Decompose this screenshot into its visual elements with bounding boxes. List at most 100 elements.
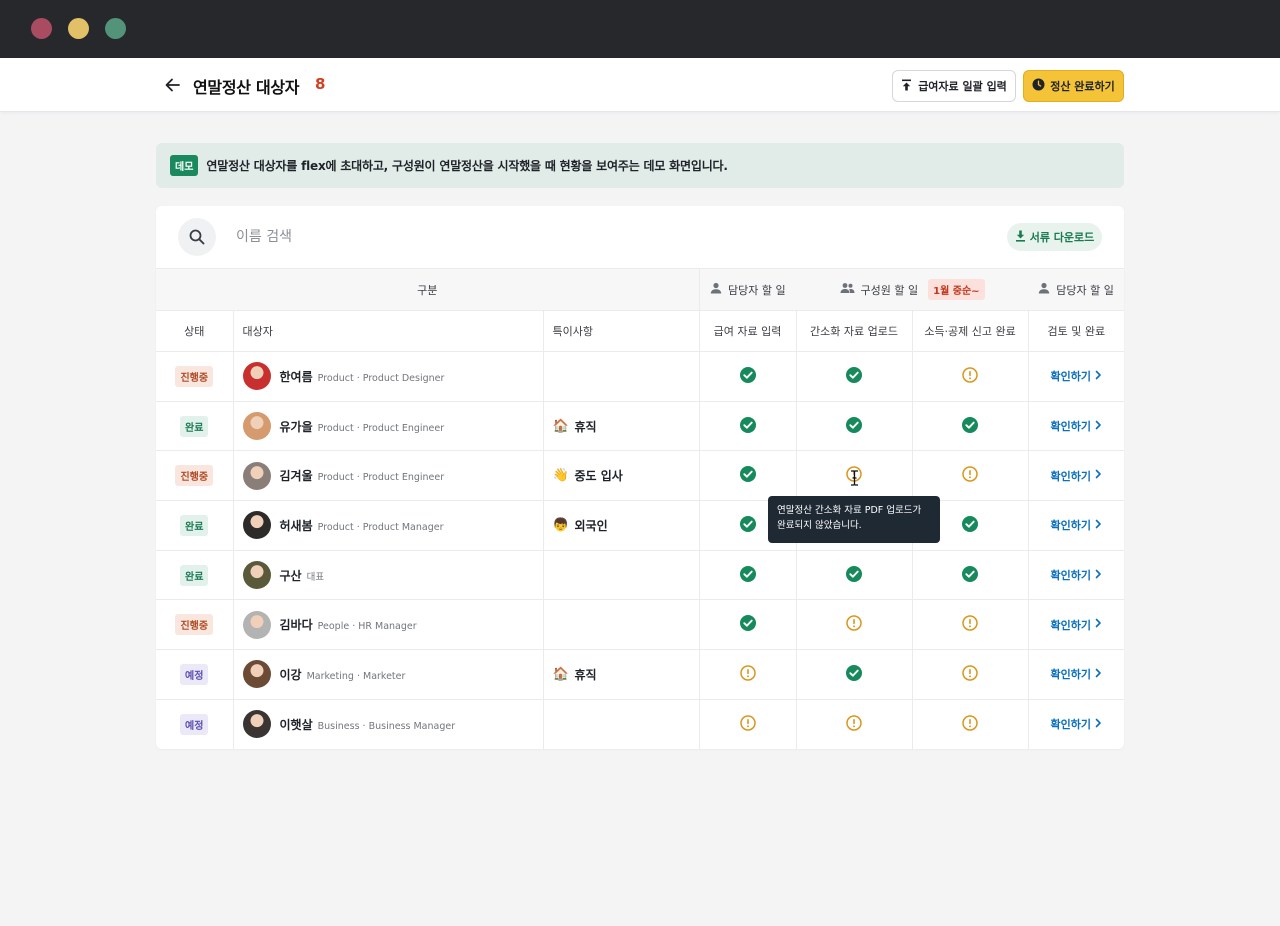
table-row[interactable]: 예정 이햇살 Business · Business Manager 확인하기 — [156, 699, 1124, 749]
name-search-input[interactable] — [236, 224, 536, 250]
demo-badge: 데모 — [170, 155, 199, 176]
payroll-input-cell — [698, 649, 797, 700]
download-icon — [1015, 230, 1026, 245]
confirm-link[interactable]: 확인하기 — [1051, 368, 1102, 384]
chevron-right-icon — [1095, 668, 1102, 681]
chevron-right-icon — [1095, 569, 1102, 582]
schedule-badge: 1월 중순~ — [928, 279, 985, 300]
search-icon[interactable] — [178, 218, 216, 256]
note-emoji-icon: 🏠 — [552, 418, 569, 434]
status-cell: 진행중 — [156, 351, 233, 402]
tooltip-line-1: 연말정산 간소화 자료 PDF 업로드가 — [777, 505, 922, 516]
avatar — [242, 660, 271, 689]
person-name[interactable]: 김겨울 — [280, 469, 313, 483]
chevron-right-icon — [1095, 519, 1102, 532]
table-row[interactable]: 완료 구산 대표 확인하기 — [156, 550, 1124, 601]
deduction-report-cell — [911, 450, 1029, 502]
person-role: Product · Product Engineer — [317, 472, 445, 484]
avatar — [242, 511, 271, 540]
page-header: 연말정산 대상자 8 급여자료 일괄 입력 정산 완료하기 — [0, 58, 1280, 112]
check-circle-icon — [739, 466, 756, 485]
note-emoji-icon: 👦 — [552, 517, 569, 533]
status-cell: 완료 — [156, 550, 233, 601]
confirm-link[interactable]: 확인하기 — [1051, 666, 1102, 682]
check-circle-icon — [846, 565, 863, 585]
col-deduction-report: 소득·공제 신고 완료 — [911, 310, 1029, 352]
confirm-link[interactable]: 확인하기 — [1051, 468, 1102, 484]
avatar — [242, 362, 271, 391]
confirm-link[interactable]: 확인하기 — [1051, 418, 1102, 434]
table-row[interactable]: 진행중 김바다 People · HR Manager 확인하기 — [156, 599, 1124, 651]
target-cell: 김겨울 Product · Product Engineer — [232, 450, 543, 502]
review-cell: 확인하기 — [1027, 550, 1124, 601]
status-badge: 완료 — [180, 514, 209, 536]
warning-circle-icon — [962, 665, 978, 684]
table-row[interactable]: 완료 허새봄 Product · Product Manager 👦 외국인 확인하… — [156, 500, 1124, 551]
group-member-label: 구성원 할 일 — [860, 283, 919, 297]
people-icon — [840, 282, 855, 297]
document-download-button[interactable]: 서류 다운로드 — [1007, 223, 1102, 251]
simplified-upload-cell — [795, 401, 913, 452]
maximize-window-dot[interactable] — [105, 18, 126, 39]
tooltip-line-2: 완료되지 않았습니다. — [777, 520, 862, 531]
target-cell: 이강 Marketing · Marketer — [232, 649, 543, 700]
status-badge: 진행중 — [175, 465, 214, 487]
group-category: 구분 — [156, 268, 700, 311]
check-circle-icon — [739, 565, 756, 585]
note-emoji-icon: 👋 — [552, 468, 569, 484]
check-circle-icon — [846, 416, 863, 436]
confirm-label: 확인하기 — [1050, 519, 1092, 533]
person-name[interactable]: 허새봄 — [280, 519, 313, 533]
table-row[interactable]: 진행중 김겨울 Product · Product Engineer 👋 중도 입사… — [156, 450, 1124, 502]
confirm-link[interactable]: 확인하기 — [1051, 567, 1102, 583]
deduction-report-cell — [911, 599, 1029, 651]
col-simplified-upload: 간소화 자료 업로드 — [795, 310, 913, 352]
check-circle-icon — [846, 366, 863, 386]
notes-cell: 👋 중도 입사 — [542, 450, 700, 502]
back-arrow-icon[interactable] — [162, 74, 184, 96]
confirm-label: 확인하기 — [1050, 569, 1092, 583]
status-cell: 예정 — [156, 649, 233, 700]
bulk-upload-button[interactable]: 급여자료 일괄 입력 — [892, 70, 1016, 102]
check-circle-icon — [739, 615, 756, 634]
minimize-window-dot[interactable] — [68, 18, 89, 39]
warning-circle-icon — [846, 714, 862, 734]
upload-icon — [901, 79, 912, 94]
simplified-upload-cell — [795, 550, 913, 601]
complete-settlement-button[interactable]: 정산 완료하기 — [1023, 70, 1124, 102]
simplified-upload-cell — [795, 599, 913, 651]
deduction-report-cell — [911, 649, 1029, 700]
note-text: 휴직 — [574, 419, 597, 434]
table-row[interactable]: 예정 이강 Marketing · Marketer 🏠 휴직 확인하기 — [156, 649, 1124, 700]
person-name[interactable]: 이강 — [280, 668, 302, 682]
close-window-dot[interactable] — [31, 18, 52, 39]
table-row[interactable]: 완료 유가을 Product · Product Engineer 🏠 휴직 확인하… — [156, 401, 1124, 452]
review-cell: 확인하기 — [1027, 500, 1124, 551]
payroll-input-cell — [698, 550, 797, 601]
group-manager-label-2: 담당자 할 일 — [1056, 283, 1114, 297]
col-notes: 특이사항 — [542, 310, 700, 352]
person-role: Business · Business Manager — [317, 720, 456, 732]
confirm-link[interactable]: 확인하기 — [1051, 617, 1102, 633]
status-badge: 예정 — [180, 663, 209, 685]
confirm-link[interactable]: 확인하기 — [1051, 716, 1102, 732]
confirm-link[interactable]: 확인하기 — [1051, 517, 1102, 533]
notes-cell: 🏠 휴직 — [542, 401, 700, 452]
targets-card: 서류 다운로드 구분 담당자 할 일 구성원 할 일 1월 중순~ — [156, 206, 1124, 749]
payroll-input-cell — [698, 450, 797, 502]
person-name[interactable]: 유가을 — [280, 420, 313, 434]
person-name[interactable]: 구산 — [280, 569, 302, 583]
person-name[interactable]: 이햇살 — [280, 718, 313, 732]
person-name[interactable]: 한여름 — [280, 370, 313, 384]
deduction-report-cell — [911, 401, 1029, 452]
status-cell: 완료 — [156, 500, 233, 551]
person-name[interactable]: 김바다 — [280, 618, 313, 632]
group-member-tasks: 구성원 할 일 1월 중순~ — [796, 268, 1029, 311]
column-group-row: 구분 담당자 할 일 구성원 할 일 1월 중순~ 담당자 할 일 — [156, 268, 1124, 311]
table-row[interactable]: 진행중 한여름 Product · Product Designer 확인하기 — [156, 351, 1124, 402]
col-target: 대상자 — [232, 310, 543, 352]
note-text: 중도 입사 — [574, 469, 623, 484]
payroll-input-cell — [698, 351, 797, 402]
targets-table: 구분 담당자 할 일 구성원 할 일 1월 중순~ 담당자 할 일 상태 대상자… — [156, 268, 1124, 749]
person-role: Marketing · Marketer — [306, 670, 406, 682]
